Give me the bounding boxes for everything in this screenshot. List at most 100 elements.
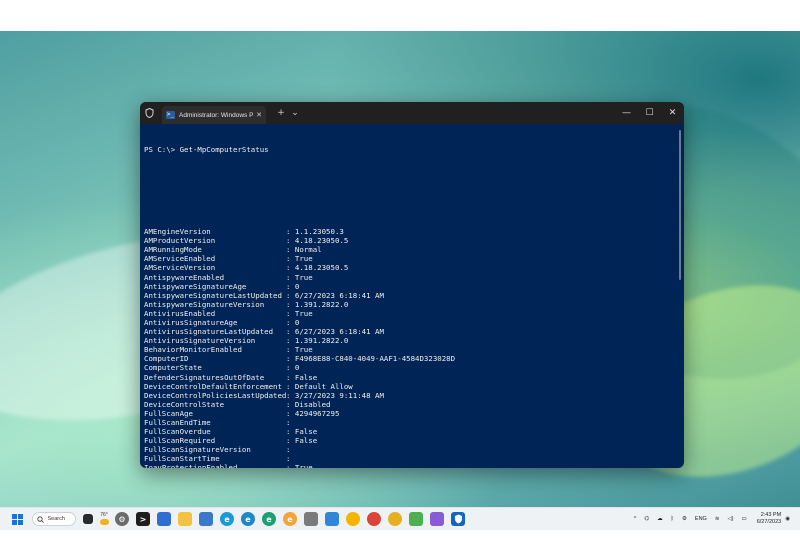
console-output[interactable]: PS C:\> Get-MpComputerStatus AMEngineVer…	[144, 127, 676, 468]
status-key: DefenderSignaturesOutOfDate	[144, 372, 265, 382]
status-value: : True	[286, 345, 313, 355]
admin-shield-icon	[140, 102, 158, 124]
language-indicator[interactable]: ENG	[695, 516, 707, 522]
status-row: AMServiceVersion : 4.18.23050.5	[144, 263, 676, 272]
cloud-icon[interactable]: ☁	[657, 516, 663, 522]
close-button[interactable]: ✕	[661, 108, 684, 118]
status-row: AntispywareEnabled: True	[144, 273, 676, 282]
sun-icon	[99, 519, 109, 525]
network-icon[interactable]: ⌬	[644, 516, 649, 522]
title-bar[interactable]: >_ Administrator: Windows Pow ✕ + ⌄ — ☐ …	[140, 102, 684, 124]
tab-close-button[interactable]: ✕	[256, 111, 262, 119]
status-key: FullScanStartTime	[144, 454, 220, 464]
status-value: : 6/27/2023 6:18:41 AM	[286, 290, 384, 300]
settings-app-icon[interactable]: ⚙	[115, 512, 129, 526]
edge-icon[interactable]: e	[220, 512, 234, 526]
file-explorer-icon[interactable]	[178, 512, 192, 526]
clock-date: 6/27/2023	[756, 519, 782, 525]
status-output: AMEngineVersion: 1.1.23050.3 AMProductVer…	[144, 227, 676, 468]
maximize-button[interactable]: ☐	[638, 108, 661, 118]
status-key: ComputerState	[144, 363, 202, 373]
status-row: AMProductVersion: 4.18.23050.5	[144, 236, 676, 245]
phone-link-icon[interactable]	[325, 512, 339, 526]
status-row: DefenderSignaturesOutOfDate : False	[144, 373, 676, 382]
status-row: BehaviorMonitorEnabled : True	[144, 345, 676, 354]
chevron-up-icon[interactable]: ^	[634, 516, 637, 522]
paint-icon[interactable]	[430, 512, 444, 526]
sticky-app-icon[interactable]	[157, 512, 171, 526]
weather-temp: 76°	[100, 512, 108, 518]
status-value: : 3/27/2023 9:11:48 AM	[286, 390, 384, 400]
status-value: : 4.18.23050.5	[286, 263, 349, 273]
terminal-window[interactable]: >_ Administrator: Windows Pow ✕ + ⌄ — ☐ …	[140, 102, 684, 468]
wifi-icon[interactable]: ≋	[715, 516, 720, 522]
status-key: AntispywareSignatureVersion	[144, 299, 265, 309]
status-key: AntivirusSignatureVersion	[144, 336, 256, 346]
weather-widget[interactable]: 76°	[99, 512, 109, 525]
status-row: AntivirusSignatureVersion : 1.391.2822.0	[144, 336, 676, 345]
status-value: : 0	[286, 363, 300, 373]
status-value: :	[286, 445, 291, 455]
status-key: DeviceControlState	[144, 399, 225, 409]
edge-canary-icon[interactable]: e	[283, 512, 297, 526]
status-key: BehaviorMonitorEnabled	[144, 345, 242, 355]
notification-icon[interactable]: ◉	[785, 516, 790, 522]
status-row: FullScanStartTime:	[144, 454, 676, 463]
taskbar: Search 76° ⚙ > e e e e ^ ⌬ ☁ ᛒ ⚙ ENG ≋ ◁…	[0, 507, 800, 530]
status-row: FullScanAge: 4294967295	[144, 409, 676, 418]
new-tab-button[interactable]: +	[274, 108, 288, 118]
store-icon[interactable]	[409, 512, 423, 526]
search-box[interactable]: Search	[31, 512, 76, 526]
status-key: AMServiceVersion	[144, 263, 216, 273]
status-value: : Normal	[286, 245, 322, 255]
status-key: AntivirusSignatureLastUpdated	[144, 327, 274, 337]
status-value: : True	[286, 254, 313, 264]
status-key: DeviceControlDefaultEnforcement	[144, 381, 282, 391]
status-value: : 4.18.23050.5	[286, 236, 349, 246]
status-value: : 0	[286, 281, 300, 291]
status-key: FullScanEndTime	[144, 418, 211, 427]
status-value: : 6/27/2023 6:18:41 AM	[286, 327, 384, 337]
battery-icon[interactable]: ▭	[742, 516, 747, 522]
settings-tray-icon[interactable]: ⚙	[682, 516, 687, 522]
terminal-app-icon[interactable]: >	[136, 512, 150, 526]
status-value: : 4294967295	[286, 408, 340, 418]
status-value: : True	[286, 463, 313, 468]
chrome-canary-icon[interactable]	[388, 512, 402, 526]
tab-title: Administrator: Windows Pow	[179, 111, 254, 119]
files-app-icon[interactable]	[199, 512, 213, 526]
tab-dropdown-button[interactable]: ⌄	[288, 108, 302, 118]
bluetooth-icon[interactable]: ᛒ	[671, 516, 674, 522]
status-row: DeviceControlDefaultEnforcement: Default…	[144, 382, 676, 391]
status-row: ComputerState : 0	[144, 363, 676, 372]
status-value: : Disabled	[286, 399, 331, 409]
status-value: :	[286, 454, 291, 464]
status-value: : False	[286, 372, 318, 382]
minimize-button[interactable]: —	[615, 108, 638, 118]
snipping-tool-icon[interactable]	[304, 512, 318, 526]
status-row: AntivirusSignatureLastUpdated : 6/27/2023…	[144, 327, 676, 336]
status-key: AntivirusSignatureAge	[144, 317, 238, 327]
terminal-tab[interactable]: >_ Administrator: Windows Pow ✕	[162, 106, 266, 124]
chrome-beta-icon[interactable]	[367, 512, 381, 526]
status-key: FullScanOverdue	[144, 427, 211, 437]
task-view-icon[interactable]	[83, 514, 93, 524]
status-value: :	[286, 418, 291, 427]
status-row: FullScanRequired: False	[144, 436, 676, 445]
volume-icon[interactable]: ◁)	[727, 516, 733, 522]
chrome-icon[interactable]	[346, 512, 360, 526]
status-key: AntivirusEnabled	[144, 308, 216, 318]
defender-shield-icon[interactable]	[451, 512, 465, 526]
start-icon[interactable]	[10, 512, 24, 526]
search-label: Search	[47, 516, 65, 522]
edge-dev-icon[interactable]: e	[262, 512, 276, 526]
console-scrollbar[interactable]	[679, 130, 681, 280]
status-key: AMServiceEnabled	[144, 254, 216, 264]
clock[interactable]: 2:43 PM 6/27/2023	[757, 512, 781, 526]
edge-beta-icon[interactable]: e	[241, 512, 255, 526]
status-value: : False	[286, 427, 318, 437]
status-value: : 1.391.2822.0	[286, 336, 349, 346]
status-row: AMEngineVersion: 1.1.23050.3	[144, 227, 676, 236]
command-prompt: PS C:\> Get-MpComputerStatus	[144, 145, 269, 155]
status-row: FullScanSignatureVersion:	[144, 445, 676, 454]
